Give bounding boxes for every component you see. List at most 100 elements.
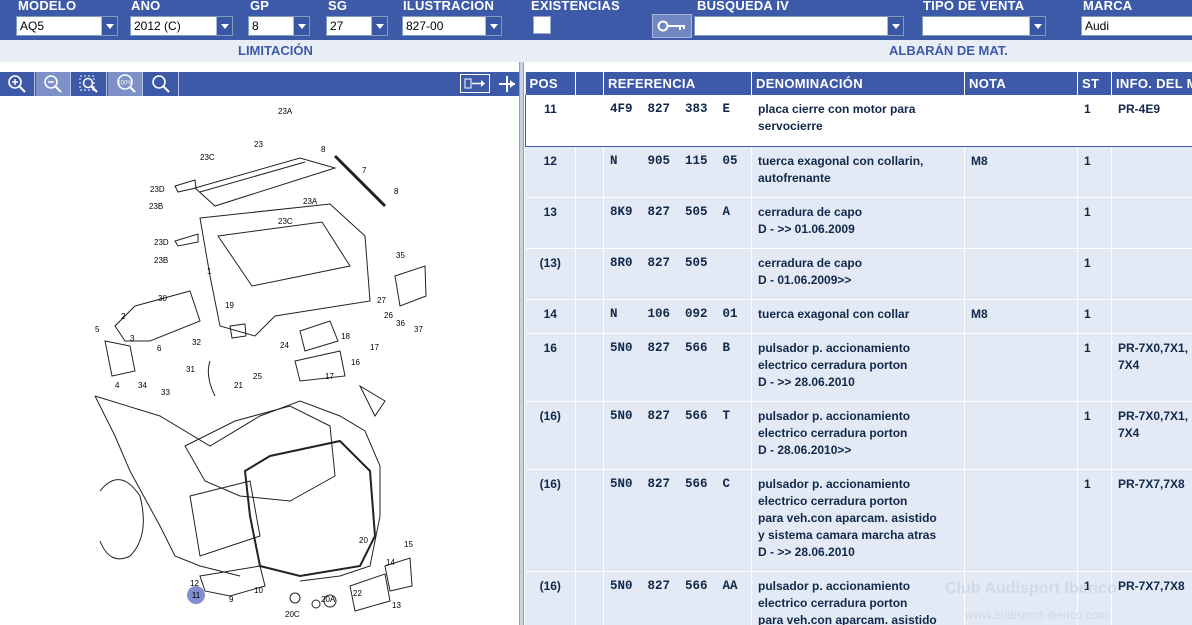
watermark-url: www.audisport-iberico.com (965, 608, 1109, 622)
chevron-down-icon[interactable] (293, 17, 309, 35)
modelo-label: MODELO (18, 0, 77, 13)
ilustracion-label: ILUSTRACION (403, 0, 495, 13)
pos-cell: (16) (525, 401, 576, 470)
existencias-label: EXISTENCIAS (531, 0, 620, 13)
callout-label: 35 (396, 251, 405, 260)
ref-cell: N 106 092 01 (603, 299, 752, 334)
modelo-select[interactable]: AQ5 (16, 16, 118, 36)
marca-select[interactable]: Audi (1081, 16, 1192, 36)
tailgate-seal-shape (243, 439, 377, 578)
callout-label: 2 (121, 312, 126, 321)
chevron-down-icon[interactable] (887, 17, 903, 35)
ref-cell: N 905 115 05 (603, 146, 752, 198)
chevron-down-icon[interactable] (216, 17, 232, 35)
den-cell: pulsador p. accionamiento electrico cerr… (751, 333, 965, 402)
key-button[interactable] (652, 14, 692, 38)
callout-label: 10 (254, 586, 263, 595)
st-cell: 1 (1077, 299, 1112, 334)
st-cell: 1 (1077, 197, 1112, 249)
callout-label: 23B (154, 256, 168, 265)
info-cell: PR-7X7,7X8 (1111, 571, 1192, 625)
chevron-down-icon[interactable] (485, 17, 501, 35)
info-cell: PR-7X0,7X1, 7X4 (1111, 401, 1192, 470)
col-st[interactable]: ST (1077, 72, 1112, 95)
st-cell: 1 (1077, 333, 1112, 402)
table-row[interactable]: 11 4F9 827 383 E placa cierre con motor … (525, 95, 1192, 147)
albaran-heading: ALBARÁN DE MAT. (889, 43, 1008, 58)
highlighted-callout-label: 11 (192, 591, 201, 600)
callout-label: 23C (200, 153, 215, 162)
table-row[interactable]: (16) 5N0 827 566 T pulsador p. accionami… (525, 401, 1192, 470)
den-cell: cerradura de capo D - 01.06.2009>> (751, 248, 965, 300)
blank-cell (575, 146, 604, 198)
st-cell: 1 (1077, 95, 1112, 147)
st-cell: 1 (1077, 248, 1112, 300)
ilustracion-value: 827-00 (406, 19, 444, 33)
col-referencia[interactable]: REFERENCIA (603, 72, 752, 95)
sg-value: 27 (330, 19, 344, 33)
ano-select[interactable]: 2012 (C) (130, 16, 233, 36)
watermark-text: Club Audisport Iberico (945, 580, 1117, 597)
callout-label: 36 (396, 319, 405, 328)
limitacion-heading: LIMITACIÓN (238, 43, 313, 58)
table-row[interactable]: 13 8K9 827 505 A cerradura de capo D - >… (525, 197, 1192, 249)
blank-cell (575, 197, 604, 249)
zoom-in-button[interactable] (0, 72, 35, 96)
table-row[interactable]: 14 N 106 092 01 tuerca exagonal con coll… (525, 299, 1192, 334)
col-nota[interactable]: NOTA (964, 72, 1078, 95)
busqueda-select[interactable] (694, 16, 904, 36)
chevron-down-icon[interactable] (1029, 17, 1045, 35)
table-row[interactable]: 16 5N0 827 566 B pulsador p. accionamien… (525, 333, 1192, 402)
parts-table: POS REFERENCIA DENOMINACIÓN NOTA ST INFO… (525, 72, 1192, 625)
search-button[interactable] (144, 72, 179, 96)
callout-label: 8 (321, 145, 326, 154)
ilustracion-select[interactable]: 827-00 (402, 16, 502, 36)
rear-window-shape (217, 221, 351, 287)
panel-splitter[interactable] (519, 62, 524, 625)
den-cell: pulsador p. accionamiento electrico cerr… (751, 469, 965, 572)
zoom-out-button[interactable] (36, 72, 71, 96)
callout-label: 17 (370, 343, 379, 352)
pos-cell: (16) (525, 469, 576, 572)
col-info[interactable]: INFO. DEL M (1111, 72, 1192, 95)
car-body-shape (94, 395, 381, 582)
callout-label: 23 (254, 140, 263, 149)
highlighted-callout[interactable]: 11 (187, 586, 205, 604)
callout-label: 9 (229, 595, 234, 604)
fit-width-button[interactable] (460, 74, 490, 93)
chevron-down-icon[interactable] (101, 17, 117, 35)
col-denominacion[interactable]: DENOMINACIÓN (751, 72, 965, 95)
gp-value: 8 (252, 19, 259, 33)
callout-label: 3 (130, 334, 135, 343)
den-cell: tuerca exagonal con collar (751, 299, 965, 334)
table-row[interactable]: (13) 8R0 827 505 cerradura de capo D - 0… (525, 248, 1192, 300)
zoom-out-icon (44, 75, 62, 93)
callout-label: 23D (150, 185, 165, 194)
zoom-area-button[interactable] (72, 72, 107, 96)
existencias-checkbox[interactable] (533, 16, 551, 34)
info-cell (1111, 146, 1192, 198)
table-header-row: POS REFERENCIA DENOMINACIÓN NOTA ST INFO… (525, 72, 1192, 95)
table-row[interactable]: (16) 5N0 827 566 C pulsador p. accionami… (525, 469, 1192, 572)
tipo-venta-select[interactable] (922, 16, 1046, 36)
callout-label: 19 (225, 301, 234, 310)
st-cell: 1 (1077, 469, 1112, 572)
nota-cell: M8 (964, 299, 1078, 334)
callout-label: 31 (186, 365, 195, 374)
blank-cell (575, 571, 604, 625)
table-row[interactable]: 12 N 905 115 05 tuerca exagonal con coll… (525, 146, 1192, 198)
callout-label: 37 (414, 325, 423, 334)
filter-bar: MODELO AQ5 AÑO 2012 (C) GP 8 SG 27 ILUST… (0, 0, 1192, 40)
gp-select[interactable]: 8 (248, 16, 310, 36)
chevron-down-icon[interactable] (371, 17, 387, 35)
parts-diagram[interactable]: 23A 23 23C 8 7 23D 23B 23A 23C 8 23D 23B… (0, 96, 519, 625)
tipo-venta-label: TIPO DE VENTA (923, 0, 1025, 13)
move-icon[interactable] (497, 74, 517, 94)
sg-select[interactable]: 27 (326, 16, 388, 36)
zoom-100-button[interactable]: 100% (108, 72, 143, 96)
col-pos[interactable]: POS (525, 72, 576, 95)
den-cell: placa cierre con motor para servocierre (751, 95, 965, 147)
nota-cell (964, 248, 1078, 300)
callout-label: 14 (386, 558, 395, 567)
pos-cell: 12 (525, 146, 576, 198)
